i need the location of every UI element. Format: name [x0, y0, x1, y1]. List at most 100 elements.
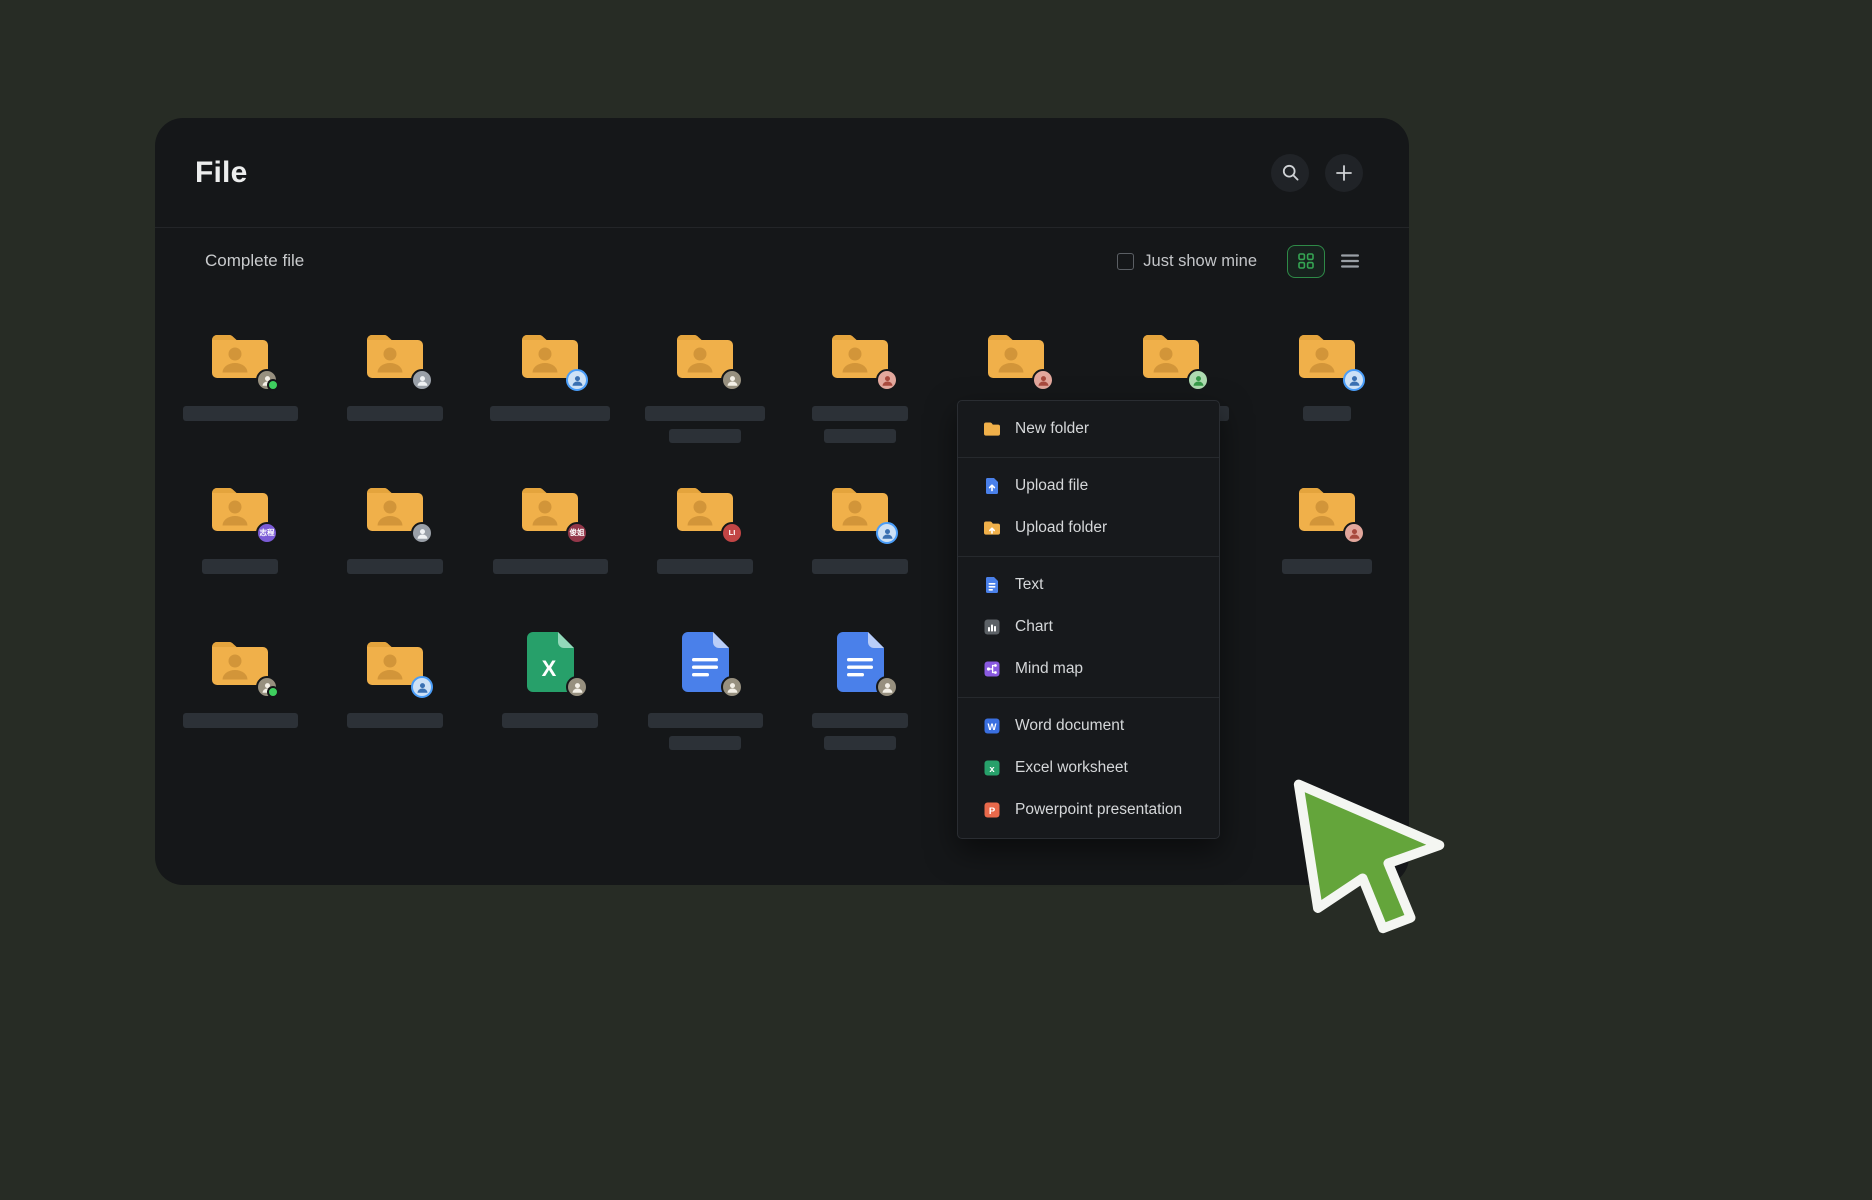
folder-item[interactable]: [175, 630, 305, 728]
collaborator-avatar: [1343, 522, 1365, 544]
file-icon[interactable]: [673, 323, 737, 387]
file-icon[interactable]: [828, 630, 892, 694]
person-avatar-icon: [571, 681, 584, 694]
collaborator-avatar: LI: [721, 522, 743, 544]
collaborator-avatar: [876, 522, 898, 544]
mind-map-icon: [982, 659, 1002, 679]
person-avatar-icon: [1348, 527, 1361, 540]
folder-item[interactable]: [330, 476, 460, 574]
menu-item-excel-worksheet[interactable]: x Excel worksheet: [958, 747, 1219, 789]
context-menu: New folder Upload file Upload folder Tex…: [957, 400, 1220, 839]
collaborator-avatar: [256, 369, 278, 391]
menu-item-chart[interactable]: Chart: [958, 606, 1219, 648]
menu-item-label: Excel worksheet: [1015, 759, 1128, 777]
chart-icon: [982, 617, 1002, 637]
svg-text:P: P: [989, 806, 996, 817]
filename-placeholder: [812, 713, 908, 728]
filename-placeholder: [1282, 559, 1372, 574]
upload-file-icon: [982, 476, 1002, 496]
person-avatar-icon: [1348, 374, 1361, 387]
person-avatar-icon: [881, 374, 894, 387]
folder-item[interactable]: [1262, 323, 1392, 421]
filename-placeholder: [657, 559, 753, 574]
file-icon[interactable]: [363, 630, 427, 694]
filename-placeholder: [202, 559, 278, 574]
collaborator-avatar: 志程: [256, 522, 278, 544]
folder-item[interactable]: [640, 323, 770, 443]
collaborator-avatar: [876, 676, 898, 698]
person-avatar-icon: [416, 374, 429, 387]
menu-item-label: Mind map: [1015, 660, 1083, 678]
folder-item[interactable]: [330, 323, 460, 421]
menu-item-text[interactable]: Text: [958, 564, 1219, 606]
filename-placeholder: [347, 559, 443, 574]
person-avatar-icon: [1037, 374, 1050, 387]
file-icon[interactable]: 志程: [208, 476, 272, 540]
person-avatar-icon: [726, 681, 739, 694]
filename-placeholder: [824, 736, 896, 750]
folder-item[interactable]: 志程: [175, 476, 305, 574]
menu-item-upload-folder[interactable]: Upload folder: [958, 507, 1219, 549]
svg-text:X: X: [542, 656, 557, 681]
menu-item-powerpoint-presentation[interactable]: P Powerpoint presentation: [958, 789, 1219, 831]
file-icon[interactable]: [1139, 323, 1203, 387]
filename-placeholder: [347, 713, 443, 728]
filename-placeholder: [183, 406, 298, 421]
file-icon[interactable]: X: [518, 630, 582, 694]
collaborator-avatar: [1343, 369, 1365, 391]
file-icon[interactable]: [208, 323, 272, 387]
file-icon[interactable]: [363, 323, 427, 387]
person-avatar-icon: [571, 374, 584, 387]
menu-item-mind-map[interactable]: Mind map: [958, 648, 1219, 690]
file-icon[interactable]: [363, 476, 427, 540]
file-icon[interactable]: [1295, 476, 1359, 540]
folder-item[interactable]: [175, 323, 305, 421]
folder-item[interactable]: [1262, 476, 1392, 574]
menu-item-label: Powerpoint presentation: [1015, 801, 1182, 819]
person-avatar-icon: [1192, 374, 1205, 387]
folder-item[interactable]: LI: [640, 476, 770, 574]
menu-item-label: Word document: [1015, 717, 1124, 735]
file-icon[interactable]: [828, 323, 892, 387]
file-icon[interactable]: [984, 323, 1048, 387]
filename-placeholder: [812, 559, 908, 574]
collaborator-avatar: [721, 369, 743, 391]
filename-placeholder: [824, 429, 896, 443]
menu-item-upload-file[interactable]: Upload file: [958, 465, 1219, 507]
menu-item-new-folder[interactable]: New folder: [958, 408, 1219, 450]
folder-item[interactable]: [795, 476, 925, 574]
collaborator-avatar: [1187, 369, 1209, 391]
file-icon[interactable]: [1295, 323, 1359, 387]
folder-item[interactable]: [485, 323, 615, 421]
menu-item-word-document[interactable]: W Word document: [958, 705, 1219, 747]
online-status-dot: [267, 686, 279, 698]
filename-placeholder: [645, 406, 765, 421]
filename-placeholder: [493, 559, 608, 574]
file-icon[interactable]: [673, 630, 737, 694]
menu-item-label: Upload folder: [1015, 519, 1107, 537]
filename-placeholder: [669, 429, 741, 443]
document-item[interactable]: [640, 630, 770, 750]
document-item[interactable]: [795, 630, 925, 750]
text-icon: [982, 575, 1002, 595]
word-icon: W: [982, 716, 1002, 736]
filename-placeholder: [490, 406, 610, 421]
folder-item[interactable]: [795, 323, 925, 443]
folder-item[interactable]: 俊姐: [485, 476, 615, 574]
file-icon[interactable]: LI: [673, 476, 737, 540]
collaborator-avatar: [411, 369, 433, 391]
file-icon[interactable]: [518, 323, 582, 387]
person-avatar-icon: [726, 374, 739, 387]
file-icon[interactable]: 俊姐: [518, 476, 582, 540]
upload-folder-icon: [982, 518, 1002, 538]
collaborator-avatar: [566, 676, 588, 698]
folder-item[interactable]: [330, 630, 460, 728]
online-status-dot: [267, 379, 279, 391]
file-icon[interactable]: [208, 630, 272, 694]
person-avatar-icon: [881, 527, 894, 540]
filename-placeholder: [183, 713, 298, 728]
svg-text:x: x: [989, 764, 995, 775]
spreadsheet-item[interactable]: X: [485, 630, 615, 728]
file-icon[interactable]: [828, 476, 892, 540]
filename-placeholder: [347, 406, 443, 421]
